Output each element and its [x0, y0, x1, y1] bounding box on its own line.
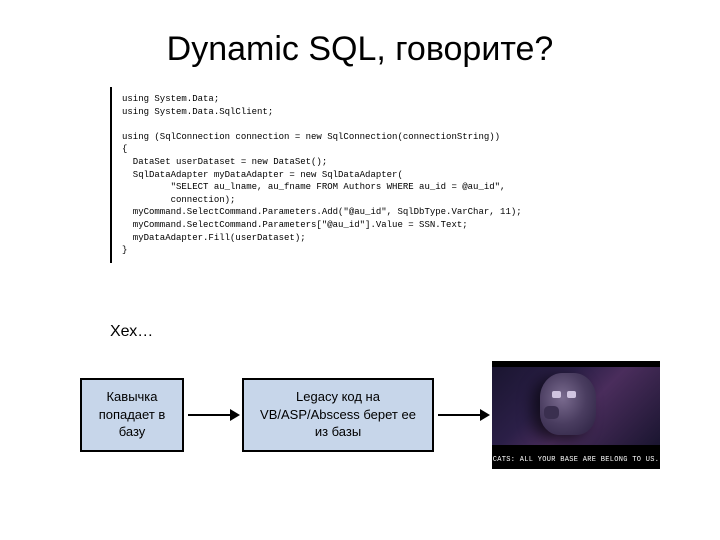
- arrow-icon: [438, 414, 488, 416]
- flow-box-legacy-code: Legacy код на VB/ASP/Abscess берет ее из…: [242, 378, 434, 452]
- page-title: Dynamic SQL, говорите?: [50, 30, 670, 69]
- meme-image-all-your-base: CATS: ALL YOUR BASE ARE BELONG TO US.: [492, 361, 660, 469]
- code-sample: using System.Data; using System.Data.Sql…: [110, 87, 630, 263]
- meme-caption: CATS: ALL YOUR BASE ARE BELONG TO US.: [492, 456, 660, 465]
- flow-box2-label: Legacy код на VB/ASP/Abscess берет ее из…: [254, 388, 422, 441]
- cats-face-icon: [492, 367, 660, 445]
- flow-box1-label: Кавычка попадает в базу: [92, 388, 172, 441]
- arrow-icon: [188, 414, 238, 416]
- slide: Dynamic SQL, говорите? using System.Data…: [0, 0, 720, 540]
- flow-box-quote-enters-db: Кавычка попадает в базу: [80, 378, 184, 452]
- flow-diagram: Кавычка попадает в базу Legacy код на VB…: [80, 361, 670, 469]
- heh-text: Хех…: [110, 323, 670, 341]
